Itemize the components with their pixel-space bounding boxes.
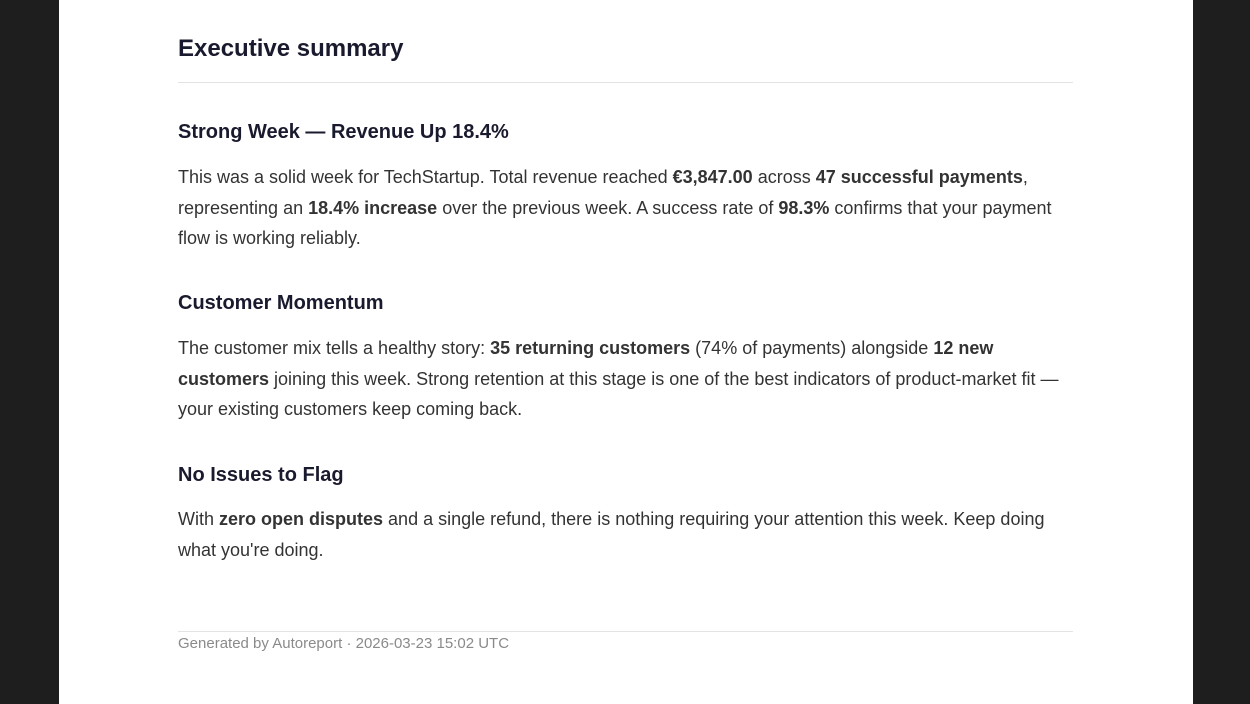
body-text: across <box>752 167 816 187</box>
footer-divider <box>178 631 1073 632</box>
section-no-issues: No Issues to Flag With zero open dispute… <box>178 462 1073 565</box>
body-text: With <box>178 509 220 529</box>
section-heading: Strong Week — Revenue Up 18.4% <box>178 121 509 143</box>
section-heading: Customer Momentum <box>178 292 384 314</box>
emphasis-text: 98.3% <box>778 197 830 218</box>
body-text: over the previous week. A success rate o… <box>437 197 779 218</box>
section-body: This was a solid week for TechStartup. T… <box>178 162 1073 254</box>
report-page: Executive summary Strong Week — Revenue … <box>59 0 1193 704</box>
emphasis-text: 18.4% increase <box>308 197 438 218</box>
emphasis-text: zero open disputes <box>219 509 384 529</box>
section-customer-momentum: Customer Momentum The customer mix tells… <box>178 290 1073 425</box>
page-title: Executive summary <box>178 35 404 62</box>
section-strong-week: Strong Week — Revenue Up 18.4% This was … <box>178 119 1073 254</box>
body-text: (74% of payments) alongside <box>690 338 934 358</box>
footer-text: Generated by Autoreport · 2026-03-23 15:… <box>178 635 510 652</box>
emphasis-text: 35 returning customers <box>490 338 691 358</box>
section-heading: No Issues to Flag <box>178 464 344 486</box>
emphasis-text: 47 successful payments <box>815 167 1023 187</box>
section-body: The customer mix tells a healthy story: … <box>178 333 1073 425</box>
body-text: The customer mix tells a healthy story: <box>178 338 491 358</box>
section-body: With zero open disputes and a single ref… <box>178 504 1073 565</box>
title-divider <box>178 82 1073 83</box>
body-text: This was a solid week for TechStartup. T… <box>178 167 673 187</box>
emphasis-text: €3,847.00 <box>672 167 753 187</box>
body-text: joining this week. Strong retention at t… <box>178 368 1059 420</box>
